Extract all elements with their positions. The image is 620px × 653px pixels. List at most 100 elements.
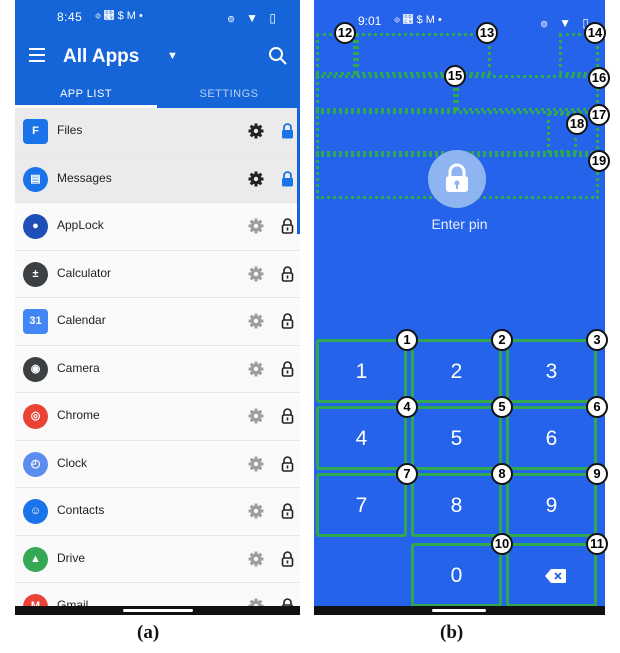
key-7[interactable]: 7: [316, 473, 407, 537]
status-bar: 8:45 ⊘ ෉ $ M • ๏ ▼ ▯: [15, 8, 300, 26]
key-0[interactable]: 0: [411, 543, 502, 607]
key-8[interactable]: 8: [411, 473, 502, 537]
camera-icon: ◉: [23, 356, 48, 382]
region-15[interactable]: [316, 75, 456, 111]
app-name-label: Calculator: [57, 265, 112, 280]
enter-pin-label: Enter pin: [431, 216, 488, 232]
gear-icon[interactable]: [248, 456, 264, 472]
key-annotation-badge: 8: [491, 463, 513, 485]
status-notification-icons: ⊘ ෉ $ M •: [394, 14, 442, 26]
tab-app-list[interactable]: APP LIST: [15, 88, 157, 100]
gear-icon[interactable]: [248, 313, 264, 329]
key-annotation-badge: 1: [396, 329, 418, 351]
app-name-label: Contacts: [57, 503, 105, 517]
applock-icon: ●: [23, 214, 48, 239]
gear-icon[interactable]: [248, 266, 264, 282]
key-2[interactable]: 2: [411, 339, 502, 403]
key-4[interactable]: 4: [316, 406, 407, 470]
contacts-icon: ☺: [23, 499, 48, 524]
navigation-bar: [314, 606, 605, 615]
key-9[interactable]: 9: [506, 473, 597, 537]
gear-icon[interactable]: [248, 171, 264, 187]
tab-bar: APP LIST SETTINGS: [15, 84, 300, 108]
status-bar: 9:01 ⊘ ෉ $ M • ๏ ▼ ▯: [314, 8, 605, 30]
lock-open-icon[interactable]: [281, 455, 294, 472]
app-filter-title[interactable]: All Apps: [63, 46, 139, 68]
gear-icon[interactable]: [248, 218, 264, 234]
lock-closed-icon[interactable]: [281, 170, 294, 187]
navigation-bar: [15, 606, 300, 615]
app-list: F Files ▤ Messages ● AppLock ± Calculator 31 Cale…: [15, 108, 300, 615]
app-name-label: Messages: [57, 170, 112, 185]
lock-closed-icon[interactable]: [281, 123, 294, 139]
lock-open-icon[interactable]: [281, 550, 294, 567]
app-name-label: Files: [57, 123, 83, 137]
lock-open-icon[interactable]: [281, 360, 294, 377]
key-annotation-badge: 3: [586, 329, 608, 351]
key-3[interactable]: 3: [506, 339, 597, 403]
key-annotation-badge: 9: [586, 463, 608, 485]
region-annotation-badge: 12: [334, 22, 356, 44]
backspace-key[interactable]: [506, 543, 597, 607]
app-header: 8:45 ⊘ ෉ $ M • ๏ ▼ ▯ All Apps ▼ APP LIST…: [15, 0, 300, 108]
scrollbar[interactable]: [297, 108, 300, 234]
calculator-icon: ±: [23, 261, 48, 287]
status-time: 9:01: [358, 14, 382, 28]
drive-icon: ▲: [23, 546, 48, 572]
region-annotation-badge: 15: [444, 65, 466, 87]
status-system-icons: ๏ ▼ ▯: [227, 11, 280, 25]
app-row-drive[interactable]: ▲ Drive: [15, 536, 300, 583]
app-name-label: Chrome: [57, 408, 100, 422]
messages-icon: ▤: [23, 166, 48, 192]
status-notification-icons: ⊘ ෉ $ M •: [95, 10, 143, 22]
region-16[interactable]: [456, 75, 599, 111]
region-13[interactable]: [356, 33, 491, 75]
lock-open-icon[interactable]: [281, 265, 294, 282]
lock-open-icon[interactable]: [281, 313, 294, 329]
region-annotation-badge: 14: [584, 22, 606, 44]
key-annotation-badge: 2: [491, 329, 513, 351]
app-name-label: AppLock: [57, 218, 104, 232]
app-row-applock[interactable]: ● AppLock: [15, 203, 300, 251]
dropdown-caret-icon[interactable]: ▼: [167, 50, 178, 62]
app-row-files[interactable]: F Files: [15, 108, 300, 156]
app-row-calculator[interactable]: ± Calculator: [15, 251, 300, 298]
calendar-icon: 31: [23, 309, 48, 334]
gear-icon[interactable]: [248, 503, 264, 519]
app-bar: All Apps ▼: [15, 38, 300, 78]
files-icon: F: [23, 119, 48, 144]
home-gesture-bar[interactable]: [432, 609, 486, 612]
key-annotation-badge: 4: [396, 396, 418, 418]
key-annotation-badge: 6: [586, 396, 608, 418]
gear-icon[interactable]: [248, 551, 264, 567]
caption-a: (a): [137, 622, 160, 643]
menu-icon[interactable]: [29, 48, 45, 62]
app-row-calendar[interactable]: 31 Calendar: [15, 298, 300, 346]
app-row-chrome[interactable]: ◎ Chrome: [15, 393, 300, 441]
region-annotation-badge: 16: [588, 67, 610, 89]
gear-icon[interactable]: [248, 361, 264, 377]
app-name-label: Clock: [57, 455, 88, 470]
tab-settings[interactable]: SETTINGS: [158, 88, 300, 100]
region-annotation-badge: 17: [588, 104, 610, 126]
lock-open-icon[interactable]: [281, 503, 294, 519]
caption-b: (b): [440, 622, 464, 643]
app-name-label: Camera: [57, 360, 100, 375]
app-row-messages[interactable]: ▤ Messages: [15, 155, 300, 203]
backspace-icon: [545, 569, 566, 583]
gear-icon[interactable]: [248, 408, 264, 424]
search-icon[interactable]: [268, 46, 288, 66]
key-6[interactable]: 6: [506, 406, 597, 470]
home-gesture-bar[interactable]: [123, 609, 193, 612]
lock-badge: [428, 150, 486, 208]
app-row-clock[interactable]: ◴ Clock: [15, 441, 300, 488]
status-time: 8:45: [57, 10, 83, 24]
key-annotation-badge: 5: [491, 396, 513, 418]
lock-open-icon[interactable]: [281, 218, 294, 234]
key-5[interactable]: 5: [411, 406, 502, 470]
lock-open-icon[interactable]: [281, 408, 294, 424]
app-row-camera[interactable]: ◉ Camera: [15, 346, 300, 393]
key-1[interactable]: 1: [316, 339, 407, 403]
gear-icon[interactable]: [248, 123, 264, 139]
app-row-contacts[interactable]: ☺ Contacts: [15, 488, 300, 536]
